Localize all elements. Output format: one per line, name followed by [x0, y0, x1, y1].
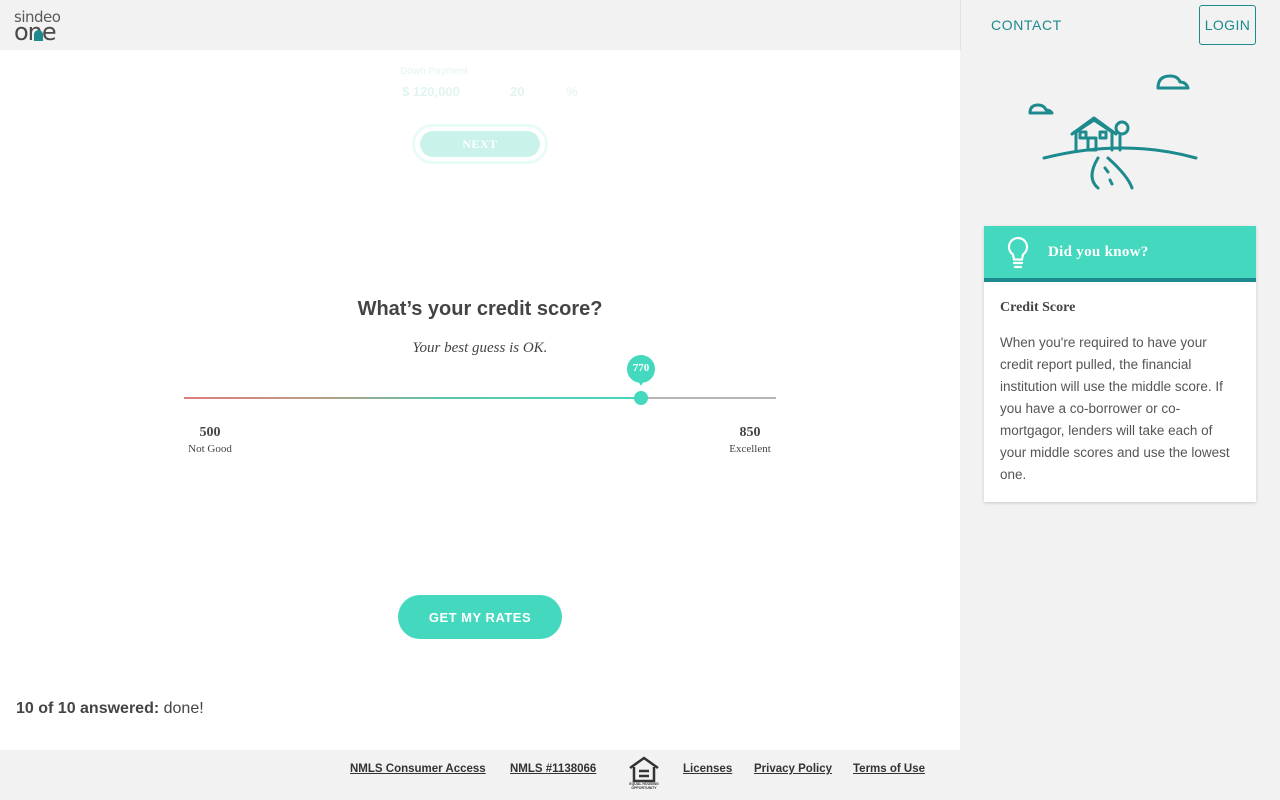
login-button[interactable]: LOGIN: [1199, 5, 1256, 45]
equal-housing-text: EQUAL HOUSING OPPORTUNITY: [629, 782, 659, 790]
previous-amount-value: $ 120,000: [402, 84, 460, 99]
logo-door-icon: [34, 30, 43, 41]
slider-min-value: 500: [199, 425, 221, 440]
tip-header: Did you know?: [984, 226, 1256, 282]
contact-link[interactable]: CONTACT: [991, 17, 1062, 33]
question-title: What’s your credit score?: [357, 298, 603, 320]
slider-min-desc: Not Good: [188, 443, 232, 455]
terms-of-use-link[interactable]: Terms of Use: [853, 763, 925, 775]
slider-fill: [184, 397, 641, 399]
privacy-policy-link[interactable]: Privacy Policy: [754, 763, 832, 775]
progress-state: done!: [163, 700, 204, 717]
slider-max-desc: Excellent: [729, 443, 771, 455]
header-bar: sindeo one CONTACT LOGIN: [0, 0, 1280, 50]
sidebar: Did you know? Credit Score When you're r…: [960, 50, 1280, 750]
sindeo-one-logo[interactable]: sindeo one: [14, 8, 66, 46]
question-hint: Your best guess is OK.: [412, 340, 548, 356]
slider-value-tooltip: 770: [627, 355, 655, 386]
footer: NMLS Consumer Access NMLS #1138066 EQUAL…: [0, 750, 1280, 800]
lightbulb-icon: [1007, 236, 1029, 269]
progress-count: 10 of 10 answered:: [16, 700, 160, 717]
previous-percent-sign: %: [566, 84, 578, 99]
previous-percent-value: 20: [510, 84, 525, 99]
previous-field-label: Down Payment: [400, 66, 468, 77]
did-you-know-card: Did you know? Credit Score When you're r…: [984, 226, 1256, 502]
progress-status: 10 of 10 answered: done!: [16, 700, 204, 718]
credit-score-slider[interactable]: 770: [184, 355, 776, 405]
tip-title: Did you know?: [1048, 244, 1149, 260]
slider-value-label: 770: [632, 362, 650, 374]
tip-subtitle: Credit Score: [1000, 300, 1076, 315]
nmls-consumer-access-link[interactable]: NMLS Consumer Access: [350, 763, 486, 775]
slider-max-value: 850: [739, 425, 761, 440]
get-my-rates-button[interactable]: GET MY RATES: [398, 595, 562, 639]
questionnaire-panel: Down Payment $ 120,000 20 % NEXT What’s …: [0, 50, 960, 750]
header-divider: [960, 0, 961, 50]
slider-max-label: 850 Excellent: [720, 425, 780, 455]
previous-next-label: NEXT: [420, 131, 540, 157]
tip-body: When you're required to have your credit…: [1000, 335, 1230, 482]
slider-min-label: 500 Not Good: [180, 425, 240, 455]
previous-next-button: NEXT: [412, 124, 548, 164]
nmls-number-link[interactable]: NMLS #1138066: [510, 763, 596, 775]
slider-thumb[interactable]: [634, 391, 648, 405]
licenses-link[interactable]: Licenses: [683, 763, 732, 775]
house-on-hill-illustration: [1028, 74, 1198, 190]
